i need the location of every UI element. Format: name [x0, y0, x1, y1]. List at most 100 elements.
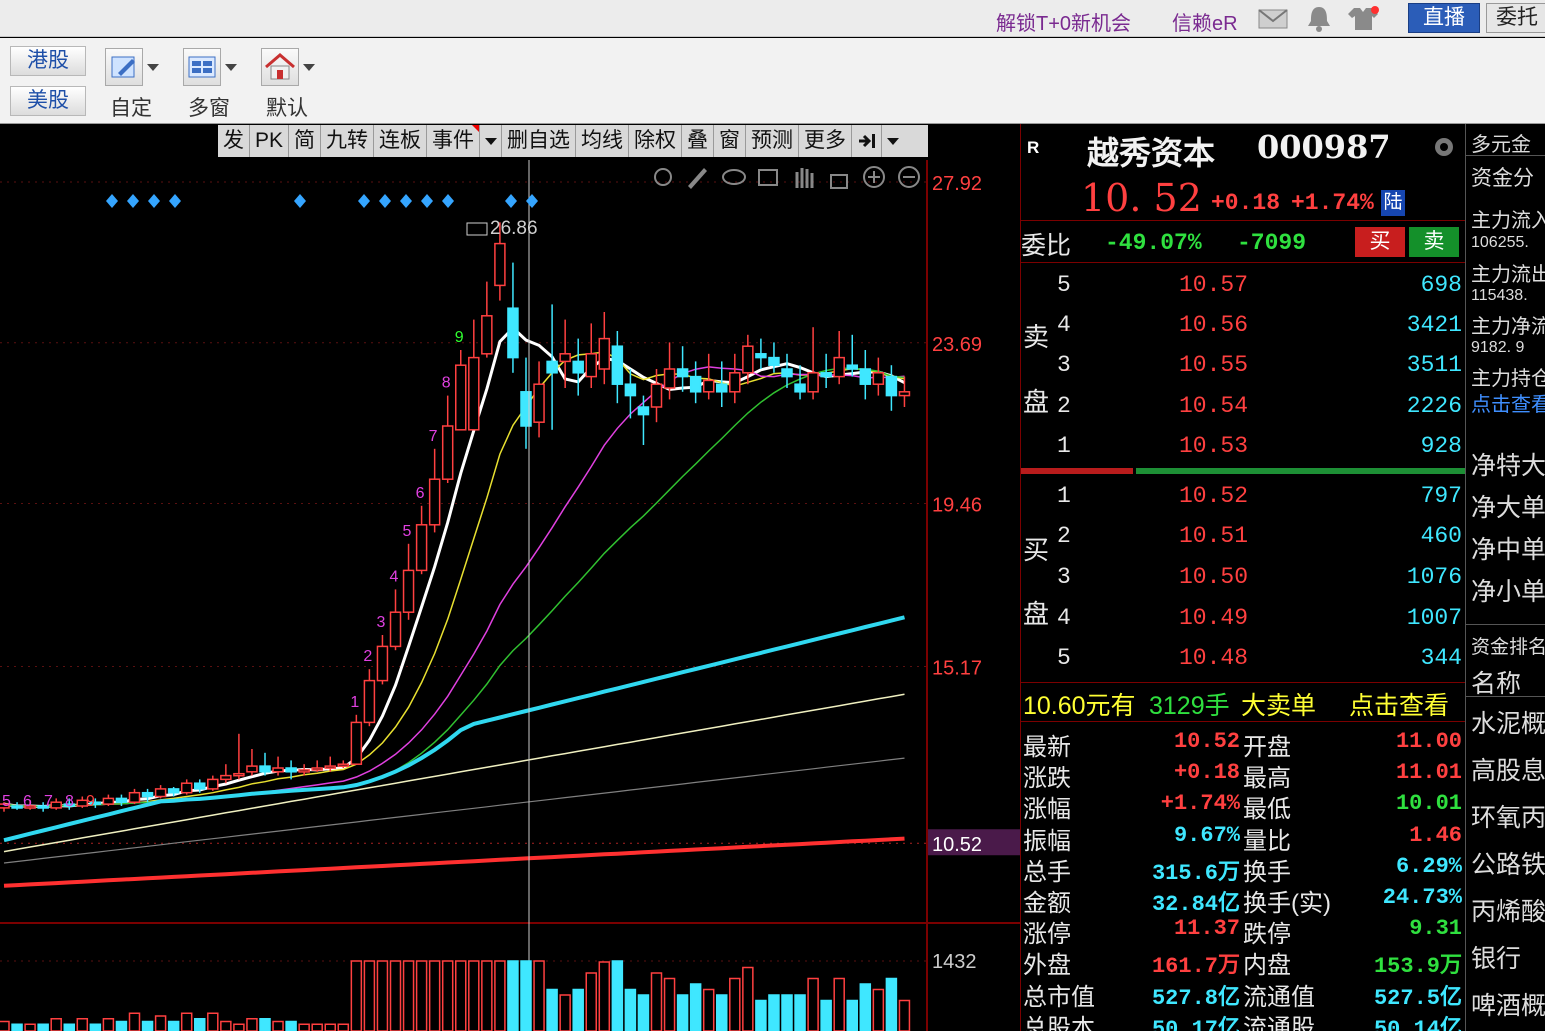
chart-tool-pk[interactable]: PK: [250, 125, 290, 157]
promo-er-link[interactable]: 信赖eR: [1172, 7, 1238, 36]
sector-item[interactable]: 啤酒概: [1471, 986, 1545, 1022]
chart-tool-overlay[interactable]: 叠: [682, 125, 715, 157]
chart-tool-nine-turn[interactable]: 九转: [321, 125, 375, 157]
rank-header[interactable]: 资金排名: [1471, 632, 1545, 659]
sector-item[interactable]: 银行: [1471, 939, 1521, 975]
stat-label: 换手(实): [1243, 890, 1331, 917]
bid-row[interactable]: 4 10.49 1007: [1021, 599, 1466, 639]
hold-label: 主力持仓: [1471, 368, 1545, 390]
candle: [768, 356, 780, 366]
stat-value: 161.7万: [1151, 954, 1240, 980]
sell-button[interactable]: 卖: [1409, 227, 1459, 257]
window-grid-icon: [183, 48, 221, 86]
stat-value: 11.37: [1173, 916, 1240, 942]
net-flow-label: 主力净流: [1471, 316, 1545, 338]
candle: [376, 645, 389, 682]
chart-tool-event[interactable]: 事件: [427, 125, 481, 157]
chart-tool-ma[interactable]: 均线: [576, 125, 630, 157]
volume-bar: [663, 977, 676, 1031]
volume-bar: [76, 1018, 89, 1031]
sector-item[interactable]: 公路铁: [1471, 845, 1545, 881]
volume-bar: [0, 1020, 10, 1031]
candle: [872, 372, 885, 385]
volume-bar: [898, 999, 911, 1031]
bid-row[interactable]: 3 10.50 1076: [1021, 558, 1466, 598]
chart-tool-more[interactable]: 更多: [799, 125, 853, 157]
bell-icon[interactable]: [1305, 4, 1333, 32]
custom-tool[interactable]: 自定: [98, 48, 164, 122]
ask-row[interactable]: 4 10.56 3421: [1021, 306, 1466, 346]
fund-header[interactable]: 多元金: [1471, 128, 1531, 157]
candle: [167, 788, 180, 794]
bid-row[interactable]: 5 10.48 344: [1021, 639, 1466, 679]
chart-tool-remove-watchlist[interactable]: 删自选: [502, 125, 577, 157]
kline-chart[interactable]: 26.861234567895 6 7 8 9 27.9223.6919.4615.17…: [0, 160, 1020, 1031]
promo-t0-link[interactable]: 解锁T+0新机会: [996, 7, 1131, 36]
bid-row[interactable]: 1 10.52 797: [1021, 477, 1466, 517]
chart-more-dropdown-icon[interactable]: [882, 125, 906, 157]
stat-label: 流通股: [1243, 1014, 1315, 1031]
candle: [859, 368, 872, 385]
sector-item[interactable]: 水泥概: [1471, 704, 1545, 740]
collapse-panel-icon[interactable]: [852, 125, 883, 157]
volume-bar: [141, 1020, 154, 1031]
multiwindow-tool[interactable]: 多窗: [176, 48, 242, 122]
live-button[interactable]: 直播: [1408, 3, 1480, 33]
chart-tool-exright[interactable]: 除权: [629, 125, 683, 157]
event-marker: [400, 194, 412, 208]
stat-value: 527.5亿: [1373, 985, 1462, 1011]
volume-bar: [716, 994, 728, 1031]
chart-tool-forecast[interactable]: 预测: [746, 125, 800, 157]
order-button[interactable]: 委托: [1486, 3, 1545, 33]
multiwindow-dropdown-icon[interactable]: [221, 48, 239, 86]
chart-tool-event-dropdown[interactable]: [480, 125, 503, 157]
gear-icon[interactable]: [1431, 134, 1457, 160]
big-order-banner[interactable]: 10.60元有 3129手 大卖单 点击查看: [1021, 684, 1466, 720]
bid-row[interactable]: 2 10.51 460: [1021, 517, 1466, 557]
inflow-value: 106255.: [1471, 234, 1529, 251]
sector-item[interactable]: 高股息: [1471, 751, 1545, 787]
event-marker: [294, 194, 306, 208]
pen-icon[interactable]: [688, 168, 707, 189]
settings-icon[interactable]: [654, 168, 672, 186]
view-detail-link[interactable]: 点击查看: [1471, 388, 1545, 417]
top-bar: 解锁T+0新机会 信赖eR 直播 委托: [0, 0, 1545, 37]
eye-icon[interactable]: [722, 169, 746, 185]
stat-value: 11.00: [1395, 729, 1462, 754]
ask-row[interactable]: 1 10.53 928: [1021, 427, 1466, 467]
custom-dropdown-icon[interactable]: [143, 48, 161, 86]
lock-icon[interactable]: [830, 174, 848, 189]
default-tool[interactable]: 默认: [254, 48, 320, 122]
sector-item[interactable]: 丙烯酸: [1471, 892, 1545, 928]
net-item: 净特大: [1471, 452, 1545, 480]
mail-icon[interactable]: [1258, 8, 1288, 30]
sector-item[interactable]: 环氧丙: [1471, 798, 1545, 834]
candle: [441, 425, 454, 480]
default-dropdown-icon[interactable]: [299, 48, 317, 86]
hk-stock-button[interactable]: 港股: [10, 46, 86, 76]
event-marker: [106, 194, 118, 208]
multiwindow-label: 多窗: [188, 97, 230, 120]
chart-tool-window[interactable]: 窗: [714, 125, 747, 157]
chart-tool-limit-up[interactable]: 连板: [374, 125, 428, 157]
hand-icon[interactable]: [795, 168, 814, 188]
big-order-link[interactable]: 点击查看: [1349, 686, 1449, 722]
stats-row: 涨跌 +0.18 最高 11.01: [1021, 758, 1466, 792]
chart-tool-fa[interactable]: 发: [218, 125, 250, 157]
ask-row[interactable]: 3 10.55 3511: [1021, 346, 1466, 386]
td-count-label: 5: [2, 793, 11, 810]
chart-tool-simple[interactable]: 简: [289, 125, 322, 157]
volume-bar: [154, 1015, 167, 1031]
buy-button[interactable]: 买: [1355, 227, 1405, 257]
volume-bar: [624, 988, 637, 1031]
clear-icon[interactable]: [758, 169, 778, 186]
candle: [637, 406, 650, 416]
ask-row[interactable]: 5 10.57 698: [1021, 266, 1466, 306]
shirt-icon[interactable]: [1346, 4, 1382, 32]
net-item: 净小单: [1471, 578, 1545, 606]
us-stock-button[interactable]: 美股: [10, 86, 86, 116]
stat-label: 振幅: [1023, 827, 1071, 855]
ask-row[interactable]: 2 10.54 2226: [1021, 387, 1466, 427]
big-order-type: 大卖单: [1241, 692, 1317, 720]
net-flow-value: 9182. 9: [1471, 339, 1525, 356]
